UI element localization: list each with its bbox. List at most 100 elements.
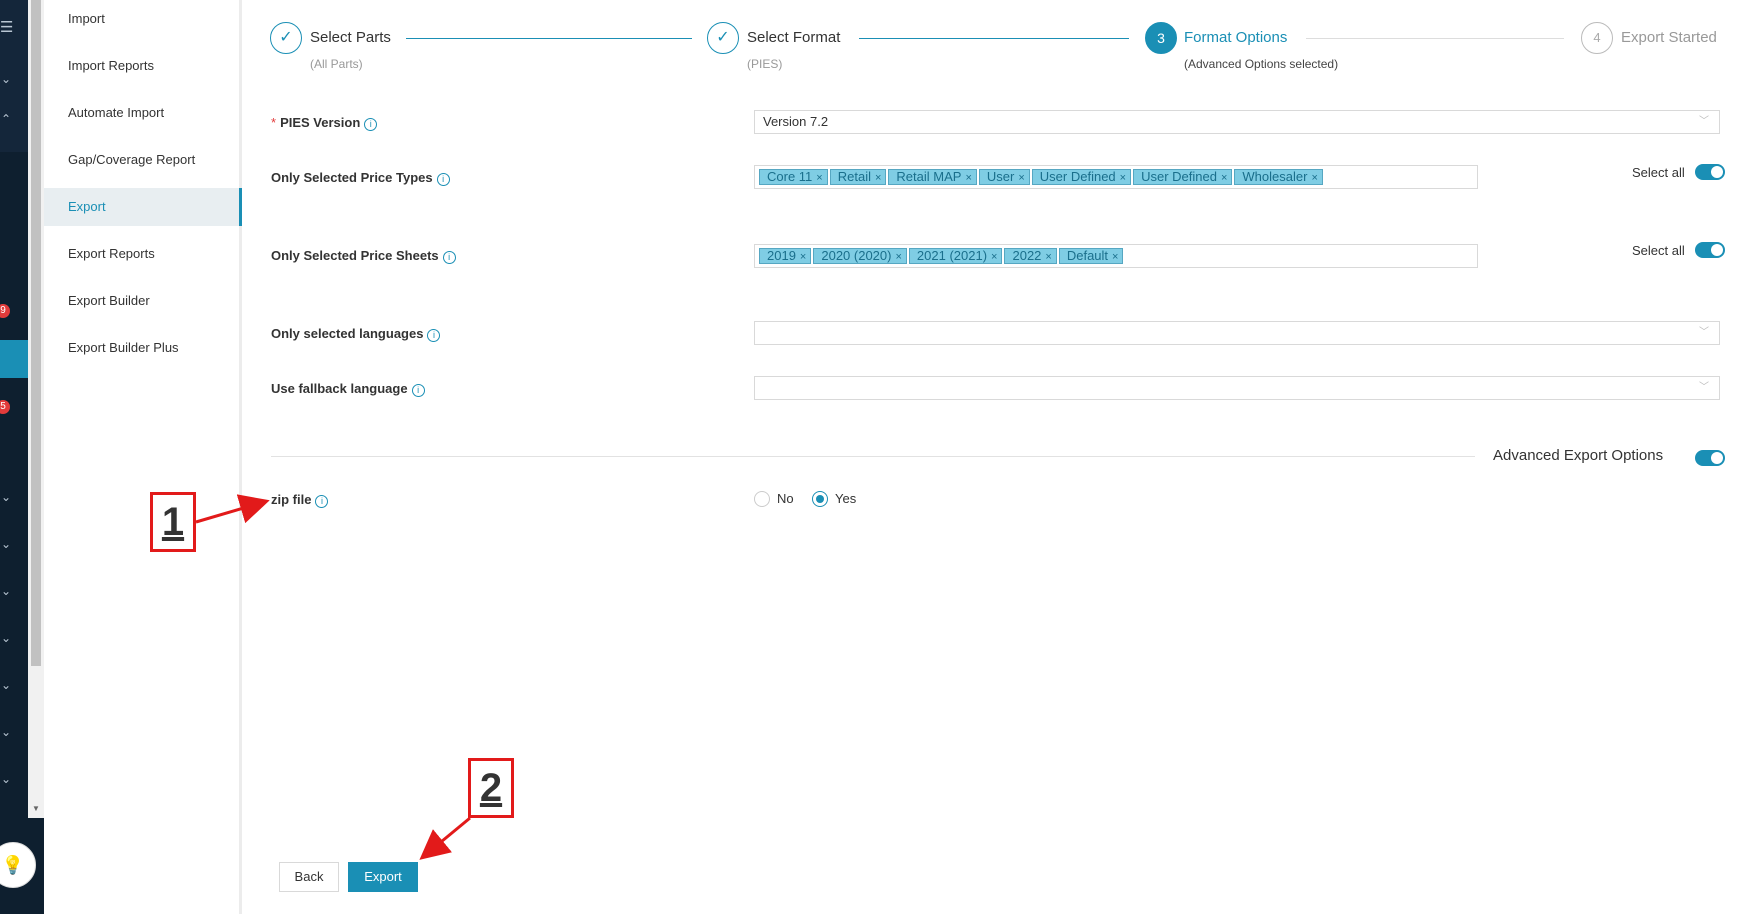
- fallback-language-label: Use fallback language i: [271, 381, 425, 397]
- step-subtitle: (All Parts): [310, 57, 363, 71]
- chevron-down-icon[interactable]: ⌄: [0, 490, 12, 504]
- price-type-tag: User Defined ×: [1031, 169, 1132, 185]
- chevron-down-icon[interactable]: ⌄: [0, 772, 12, 786]
- annotation-arrow-2: [419, 816, 471, 860]
- subnav-item-export-builder[interactable]: Export Builder: [44, 282, 242, 320]
- step-connector: [859, 38, 1129, 39]
- price-sheet-tag: 2021 (2021) ×: [908, 248, 1003, 264]
- chevron-down-icon: ﹀: [1699, 382, 1709, 393]
- subnav-item-import-reports[interactable]: Import Reports: [44, 47, 242, 85]
- chevron-down-icon[interactable]: ⌄: [0, 725, 12, 739]
- remove-tag-icon[interactable]: ×: [1120, 172, 1126, 184]
- step-connector: [406, 38, 692, 39]
- remove-tag-icon[interactable]: ×: [895, 251, 901, 263]
- price-types-select-all-toggle[interactable]: [1695, 164, 1725, 180]
- languages-label: Only selected languages i: [271, 326, 441, 342]
- step-subtitle: (Advanced Options selected): [1184, 57, 1339, 71]
- price-types-label: Only Selected Price Types i: [271, 170, 450, 186]
- info-icon[interactable]: i: [364, 118, 378, 131]
- price-sheets-select-all-label: Select all: [1632, 243, 1685, 258]
- advanced-export-options-toggle[interactable]: [1695, 450, 1725, 466]
- step-number: 4: [1581, 22, 1613, 54]
- fallback-language-select[interactable]: ﹀: [754, 376, 1720, 400]
- price-types-select[interactable]: Core 11 × Retail × Retail MAP × User × User Defi…: [754, 165, 1478, 189]
- remove-tag-icon[interactable]: ×: [1221, 172, 1227, 184]
- remove-tag-icon[interactable]: ×: [800, 251, 806, 263]
- price-type-tag: Core 11 ×: [759, 169, 828, 185]
- chevron-down-icon[interactable]: ⌄: [0, 631, 12, 645]
- check-icon: ✓: [270, 22, 302, 54]
- price-sheets-select[interactable]: 2019 × 2020 (2020) × 2021 (2021) × 2022 × Defaul…: [754, 244, 1478, 268]
- advanced-export-options-label: Advanced Export Options: [1493, 447, 1664, 464]
- remove-tag-icon[interactable]: ×: [1112, 251, 1118, 263]
- price-type-tag: Retail MAP ×: [888, 169, 977, 185]
- price-sheets-label: Only Selected Price Sheets i: [271, 248, 456, 264]
- info-icon[interactable]: i: [411, 384, 425, 397]
- info-icon[interactable]: i: [315, 495, 329, 508]
- info-icon[interactable]: i: [427, 329, 441, 342]
- sub-navigation: Import Import Reports Automate Import Ga…: [44, 0, 242, 914]
- check-icon: ✓: [707, 22, 739, 54]
- step-title: Select Format: [747, 29, 841, 46]
- chevron-down-icon: ﹀: [1699, 116, 1709, 127]
- chevron-up-icon[interactable]: ⌃: [0, 112, 12, 126]
- pies-version-label: * PIES Version i: [271, 115, 378, 131]
- annotation-label-2: 2: [468, 758, 514, 818]
- back-button[interactable]: Back: [279, 862, 339, 892]
- menu-icon[interactable]: ☰: [0, 18, 13, 36]
- zip-no-radio[interactable]: [754, 491, 770, 507]
- chevron-down-icon[interactable]: ⌄: [0, 584, 12, 598]
- subnav-item-export-reports[interactable]: Export Reports: [44, 235, 242, 273]
- remove-tag-icon[interactable]: ×: [991, 251, 997, 263]
- chevron-down-icon[interactable]: ⌄: [0, 537, 12, 551]
- chevron-down-icon[interactable]: ⌄: [0, 678, 12, 692]
- price-types-select-all-label: Select all: [1632, 165, 1685, 180]
- languages-select[interactable]: ﹀: [754, 321, 1720, 345]
- remove-tag-icon[interactable]: ×: [816, 172, 822, 184]
- step-number: 3: [1145, 22, 1177, 54]
- subnav-item-import[interactable]: Import: [44, 0, 242, 38]
- price-sheet-tag: Default ×: [1058, 248, 1124, 264]
- main-nav-rail: ☰ ⌄ ⌃ 9 5 ⌄ ⌄ ⌄ ⌄ ⌄ ⌄ ⌄: [0, 0, 28, 818]
- info-icon[interactable]: i: [442, 251, 456, 264]
- notification-badge: 5: [0, 400, 10, 414]
- step-title: Select Parts: [310, 29, 391, 46]
- scroll-down-arrow-icon[interactable]: ▼: [32, 804, 40, 813]
- section-divider: [271, 456, 1475, 457]
- price-type-tag: User Defined ×: [1133, 169, 1233, 185]
- price-type-tag: User ×: [978, 169, 1030, 185]
- zip-file-label: zip file i: [271, 492, 329, 508]
- remove-tag-icon[interactable]: ×: [1018, 172, 1024, 184]
- zip-yes-radio[interactable]: [812, 491, 828, 507]
- step-title: Format Options: [1184, 29, 1288, 46]
- app-root: ☰ ⌄ ⌃ 9 5 ⌄ ⌄ ⌄ ⌄ ⌄ ⌄ ⌄ ▼ 💡 Import Impor…: [0, 0, 1744, 914]
- zip-yes-label[interactable]: Yes: [835, 491, 856, 506]
- chevron-down-icon: ﹀: [1699, 327, 1709, 338]
- rail-scrollbar-thumb[interactable]: [31, 0, 41, 666]
- remove-tag-icon[interactable]: ×: [965, 172, 971, 184]
- price-sheets-select-all-toggle[interactable]: [1695, 242, 1725, 258]
- export-button[interactable]: Export: [348, 862, 418, 892]
- price-type-tag: Wholesaler ×: [1234, 169, 1323, 185]
- remove-tag-icon[interactable]: ×: [1311, 172, 1317, 184]
- price-sheet-tag: 2020 (2020) ×: [813, 248, 907, 264]
- subnav-item-export-builder-plus[interactable]: Export Builder Plus: [44, 329, 242, 367]
- annotation-label-1: 1: [150, 492, 196, 552]
- zip-no-label[interactable]: No: [777, 491, 794, 506]
- step-connector: [1306, 38, 1564, 39]
- annotation-arrows: [195, 494, 471, 860]
- rail-active-item[interactable]: [0, 340, 28, 378]
- notification-badge: 9: [0, 304, 10, 318]
- remove-tag-icon[interactable]: ×: [1045, 251, 1051, 263]
- chevron-down-icon[interactable]: ⌄: [0, 72, 12, 86]
- subnav-item-export[interactable]: Export: [44, 188, 242, 226]
- step-title: Export Started: [1621, 29, 1717, 46]
- subnav-item-automate-import[interactable]: Automate Import: [44, 94, 242, 132]
- remove-tag-icon[interactable]: ×: [875, 172, 881, 184]
- price-sheet-tag: 2022 ×: [1004, 248, 1057, 264]
- info-icon[interactable]: i: [436, 173, 450, 186]
- step-subtitle: (PIES): [747, 57, 783, 71]
- subnav-item-gap-coverage-report[interactable]: Gap/Coverage Report: [44, 141, 242, 179]
- price-sheet-tag: 2019 ×: [759, 248, 812, 264]
- pies-version-select[interactable]: Version 7.2 ﹀: [754, 110, 1720, 134]
